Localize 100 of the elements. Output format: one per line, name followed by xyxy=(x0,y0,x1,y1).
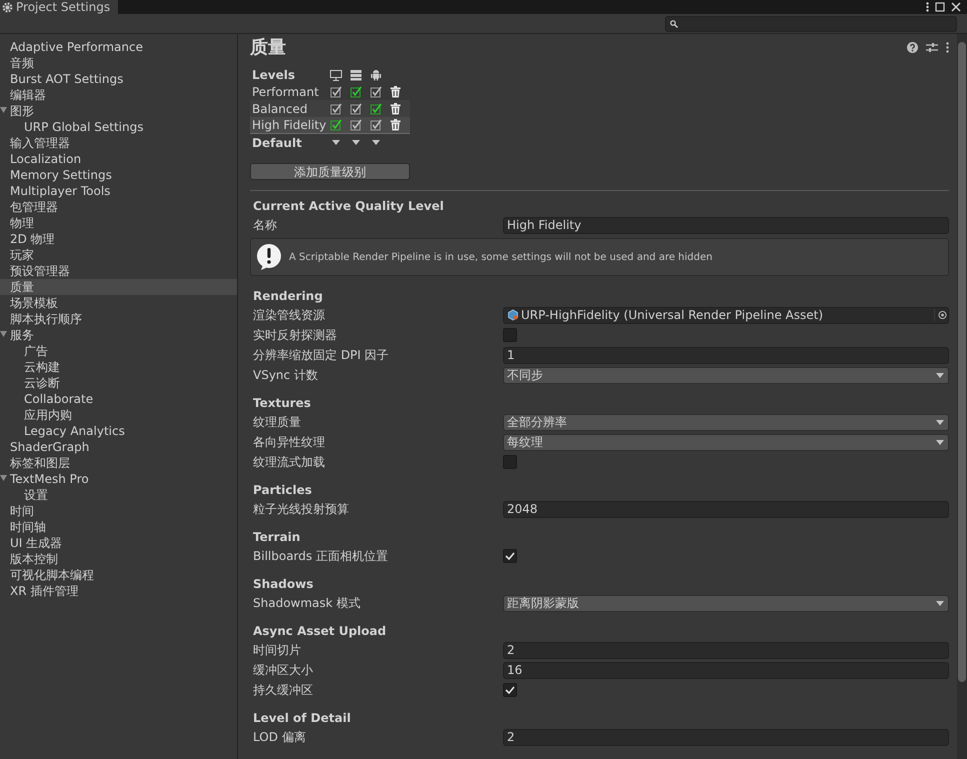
sidebar-item[interactable]: 玩家 xyxy=(0,247,237,263)
warning-icon xyxy=(255,243,283,271)
sidebar-item[interactable]: Memory Settings xyxy=(0,167,237,183)
sidebar-item[interactable]: 物理 xyxy=(0,215,237,231)
expand-arrow-icon[interactable] xyxy=(0,331,7,338)
quality-level-name: Performant xyxy=(251,84,320,98)
text-field[interactable]: 1 xyxy=(503,346,949,364)
sidebar-item[interactable]: 可视化脚本编程 xyxy=(0,567,237,583)
dropdown-arrow-icon[interactable] xyxy=(372,140,380,145)
level-checkbox[interactable] xyxy=(330,86,342,98)
sidebar-item[interactable]: 编辑器 xyxy=(0,87,237,103)
sidebar-item[interactable]: Localization xyxy=(0,151,237,167)
level-checkbox[interactable] xyxy=(350,102,362,114)
sidebar-item[interactable]: 脚本执行顺序 xyxy=(0,311,237,327)
sidebar-item[interactable]: 版本控制 xyxy=(0,551,237,567)
field-label: 纹理流式加载 xyxy=(253,454,326,470)
text-field[interactable]: 2 xyxy=(503,642,949,658)
sidebar-item[interactable]: 服务 xyxy=(0,327,237,343)
sidebar-item[interactable]: XR 插件管理 xyxy=(0,583,237,599)
sidebar-item[interactable]: Multiplayer Tools xyxy=(0,183,237,199)
sidebar-item[interactable]: 图形 xyxy=(0,103,237,119)
sidebar-item[interactable]: Collaborate xyxy=(0,391,237,407)
caret-icon xyxy=(936,600,944,606)
expand-arrow-icon[interactable] xyxy=(0,475,7,482)
sidebar-item[interactable]: 设置 xyxy=(0,487,237,503)
level-checkbox[interactable] xyxy=(370,119,382,131)
help-icon[interactable] xyxy=(907,42,918,52)
sidebar-item[interactable]: 场景模板 xyxy=(0,295,237,311)
field-label: 实时反射探测器 xyxy=(253,326,338,344)
caret-icon xyxy=(936,420,944,424)
sliders-icon[interactable] xyxy=(926,42,938,52)
level-checkbox[interactable] xyxy=(330,119,342,131)
sidebar-item[interactable]: TextMesh Pro xyxy=(0,471,237,487)
section-title: Rendering xyxy=(253,288,324,305)
sidebar-item[interactable]: URP Global Settings xyxy=(0,119,237,135)
level-checkbox[interactable] xyxy=(330,102,342,114)
dropdown[interactable]: 每纹理 xyxy=(503,434,949,450)
page-title: 质量 xyxy=(250,36,286,59)
sidebar-item[interactable]: 广告 xyxy=(0,343,237,359)
dropdown[interactable]: 全部分辨率 xyxy=(503,414,949,430)
more-icon[interactable] xyxy=(946,42,949,52)
sidebar-item[interactable]: Legacy Analytics xyxy=(0,423,237,439)
sidebar-item[interactable]: 云构建 xyxy=(0,359,237,375)
field-label: 持久缓冲区 xyxy=(253,682,314,698)
checkbox[interactable] xyxy=(503,455,517,469)
checkbox[interactable] xyxy=(503,683,517,697)
sidebar-item[interactable]: Adaptive Performance xyxy=(0,39,237,55)
quality-level-row[interactable]: Balanced xyxy=(250,100,410,117)
sidebar-item[interactable]: 输入管理器 xyxy=(0,135,237,151)
sidebar-item[interactable]: 质量 xyxy=(0,279,237,295)
quality-level-row[interactable]: High Fidelity xyxy=(250,117,410,134)
field-label: 分辨率缩放固定 DPI 因子 xyxy=(253,346,390,364)
monitor-icon xyxy=(330,68,342,80)
trash-icon[interactable] xyxy=(390,102,401,114)
quality-level-name: Balanced xyxy=(251,102,308,116)
target-icon[interactable] xyxy=(934,309,948,321)
search-field[interactable] xyxy=(665,16,957,32)
sidebar-item[interactable]: 时间 xyxy=(0,503,237,519)
dropdown-arrow-icon[interactable] xyxy=(332,140,340,145)
more-icon[interactable] xyxy=(926,2,929,12)
checkbox[interactable] xyxy=(503,549,517,563)
section-title: Particles xyxy=(253,482,313,498)
text-field[interactable]: 2 xyxy=(503,728,949,746)
notice-text: A Scriptable Render Pipeline is in use, some settings will not be used and are hidden xyxy=(289,252,712,262)
sidebar-item[interactable]: UI 生成器 xyxy=(0,535,237,551)
level-checkbox[interactable] xyxy=(350,119,362,131)
dropdown[interactable]: 距离阴影蒙版 xyxy=(503,594,949,612)
sidebar-item[interactable]: 2D 物理 xyxy=(0,231,237,247)
level-checkbox[interactable] xyxy=(370,102,382,114)
level-checkbox[interactable] xyxy=(370,86,382,98)
sidebar-item[interactable]: ShaderGraph xyxy=(0,439,237,455)
field-label: 缓冲区大小 xyxy=(253,662,314,678)
add-quality-level-button[interactable]: 添加质量级别 xyxy=(250,163,410,180)
checkbox[interactable] xyxy=(503,328,517,342)
expand-arrow-icon[interactable] xyxy=(0,107,7,114)
sidebar-item[interactable]: 应用内购 xyxy=(0,407,237,423)
sidebar-item[interactable]: 预设管理器 xyxy=(0,263,237,279)
window-tab[interactable]: Project Settings xyxy=(0,0,118,14)
sidebar-item[interactable]: 音频 xyxy=(0,55,237,71)
sidebar-item[interactable]: 标签和图层 xyxy=(0,455,237,471)
trash-icon[interactable] xyxy=(390,119,401,131)
close-icon[interactable] xyxy=(951,2,961,12)
sidebar-item[interactable]: 包管理器 xyxy=(0,199,237,215)
default-label: Default xyxy=(251,136,303,150)
text-field[interactable]: High Fidelity xyxy=(503,216,949,234)
sidebar-item[interactable]: 时间轴 xyxy=(0,519,237,535)
text-field[interactable]: 2048 xyxy=(503,500,949,518)
maximize-icon[interactable] xyxy=(935,2,945,12)
sidebar-item[interactable]: Burst AOT Settings xyxy=(0,71,237,87)
scrollbar[interactable] xyxy=(957,34,967,759)
quality-level-row[interactable]: Performant xyxy=(250,83,410,100)
object-field[interactable]: URP-HighFidelity (Universal Render Pipeline Asset) xyxy=(503,306,949,324)
dropdown-arrow-icon[interactable] xyxy=(352,140,360,145)
sidebar-item[interactable]: 云诊断 xyxy=(0,375,237,391)
text-field[interactable]: 16 xyxy=(503,662,949,678)
dropdown[interactable]: 不同步 xyxy=(503,366,949,384)
section-title: Current Active Quality Level xyxy=(253,198,445,215)
level-checkbox[interactable] xyxy=(350,86,362,98)
field-label: VSync 计数 xyxy=(253,366,319,384)
trash-icon[interactable] xyxy=(390,86,401,98)
